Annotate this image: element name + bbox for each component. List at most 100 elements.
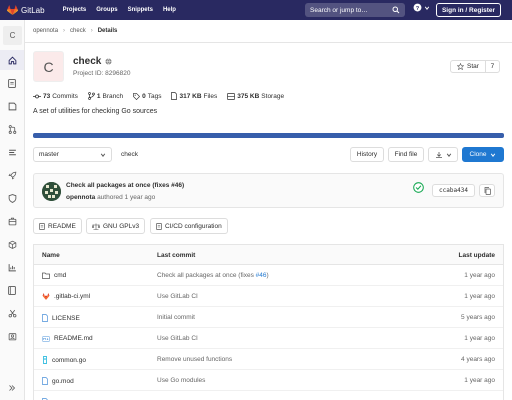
nav-snippets[interactable]: Snippets [128,7,153,13]
last-update-cell: 5 years ago [461,314,495,321]
table-row[interactable]: go.mod Use Go modules 1 year ago [34,370,503,391]
commit-message-cell[interactable]: Check all packages at once (fixes #46) [157,272,269,279]
sidebar-item-security[interactable] [0,188,24,208]
license-button[interactable]: GNU GPLv3 [86,218,146,234]
table-row[interactable]: LICENSE Initial commit 5 years ago [34,307,503,328]
breadcrumb-divider [25,42,512,43]
repository-language-bar[interactable] [33,133,504,138]
home-icon [8,55,16,64]
repository-path[interactable]: check [121,151,138,158]
star-label-group[interactable]: Star [451,61,486,72]
cicd-config-label: CI/CD configuration [165,222,222,230]
stat-tags[interactable]: 0 Tags [133,93,161,100]
project-name: check [73,56,102,67]
scale-icon [92,223,100,230]
sidebar-project-avatar[interactable]: C [3,26,22,45]
identicon-icon [42,182,61,201]
sidebar-item-requirements[interactable] [0,142,24,162]
sidebar-collapse-button[interactable] [0,378,24,398]
nav-help[interactable]: Help [163,7,176,13]
download-button[interactable] [428,147,458,162]
table-row[interactable]: .gitlab-ci.yml Use GitLab CI 1 year ago [34,286,503,307]
file-name-cell[interactable]: cmd [42,272,66,279]
files-value: 317 KB [179,92,202,100]
commit-author-avatar[interactable] [42,182,61,201]
history-button[interactable]: History [350,147,384,162]
header-last-update: Last update [458,252,495,259]
cicd-config-button[interactable]: CI/CD configuration [150,218,228,234]
stat-files[interactable]: 317 KB Files [171,92,217,100]
sidebar-item-snippets[interactable] [0,303,24,323]
project-sidebar: C [0,20,25,400]
gitlab-file-icon [42,293,50,300]
clone-button[interactable]: Clone [462,147,504,162]
breadcrumb-separator: › [63,28,66,34]
star-button[interactable]: Star 7 [450,60,500,73]
pipeline-passed-icon[interactable] [413,182,424,193]
sidebar-item-cicd[interactable] [0,165,24,185]
shield-icon [8,193,16,203]
file-name-cell[interactable]: LICENSE [42,314,80,322]
chevron-down-icon [424,6,430,10]
table-row[interactable] [34,391,503,400]
stat-commits[interactable]: 73 Commits [33,93,78,100]
commit-message-cell[interactable]: Use GitLab CI [157,335,198,342]
nav-groups[interactable]: Groups [96,7,117,13]
sidebar-item-members[interactable] [0,326,24,346]
commit-message-cell[interactable]: Remove unused functions [157,356,232,363]
table-row[interactable]: cmd Check all packages at once (fixes #4… [34,265,503,286]
storage-value: 375 KB [237,92,260,100]
sidebar-item-wiki[interactable] [0,280,24,300]
commit-icon [33,94,41,98]
svg-text:?: ? [416,6,420,12]
star-count[interactable]: 7 [486,63,499,70]
commit-sha[interactable]: ccaba434 [432,184,475,197]
breadcrumb-separator: › [90,28,93,34]
gitlab-logo[interactable]: GitLab [7,5,45,15]
chevron-down-icon [446,153,451,157]
tag-icon [133,92,141,100]
file-name-cell[interactable]: go.mod [42,377,74,385]
file-tree-table: Name Last commit Last update cmd Check a… [33,244,504,400]
files-label: Files [203,92,218,100]
box-icon [8,240,16,249]
readme-button[interactable]: README [33,218,82,234]
help-dropdown[interactable]: ? [413,3,430,12]
breadcrumb-group[interactable]: opennota [33,28,58,34]
sidebar-item-merge-requests[interactable] [0,119,24,139]
sidebar-item-analytics[interactable] [0,257,24,277]
file-name-cell[interactable]: .gitlab-ci.yml [42,293,90,300]
table-row[interactable]: README.md Use GitLab CI 1 year ago [34,328,503,349]
breadcrumb-current[interactable]: Details [98,28,118,34]
sign-in-button[interactable]: Sign in / Register [436,3,501,17]
copy-sha-button[interactable] [479,184,495,197]
issue-link[interactable]: #46 [256,272,267,279]
commit-author[interactable]: opennota [66,194,95,201]
find-file-button[interactable]: Find file [388,147,424,162]
double-chevron-right-icon [9,385,16,391]
stat-branch[interactable]: 1 Branch [88,92,123,100]
sidebar-item-repository[interactable] [0,73,24,93]
commit-message-cell[interactable]: Use GitLab CI [157,293,198,300]
users-icon [8,332,16,340]
file-name-cell[interactable]: README.md [42,335,93,342]
sidebar-item-issues[interactable] [0,96,24,116]
stat-storage[interactable]: 375 KB Storage [227,93,284,100]
commit-message[interactable]: Check all packages at once (fixes #46) [66,182,184,189]
search-input[interactable]: Search or jump to… [305,3,405,17]
file-name-cell[interactable]: common.go [42,356,86,364]
sidebar-item-packages[interactable] [0,234,24,254]
list-icon [8,149,16,155]
table-row[interactable]: common.go Remove unused functions 4 year… [34,349,503,370]
branch-selector[interactable]: master [33,147,112,162]
commits-label: Commits [52,92,78,100]
doc-icon [156,222,162,230]
clone-label: Clone [469,151,487,158]
sidebar-item-project[interactable] [0,50,24,70]
nav-projects[interactable]: Projects [63,7,87,13]
breadcrumb-project[interactable]: check [70,28,86,34]
sidebar-item-deployments[interactable] [0,211,24,231]
file-name: README.md [54,335,93,342]
commit-message-cell[interactable]: Initial commit [157,314,195,321]
commit-message-cell[interactable]: Use Go modules [157,377,205,384]
